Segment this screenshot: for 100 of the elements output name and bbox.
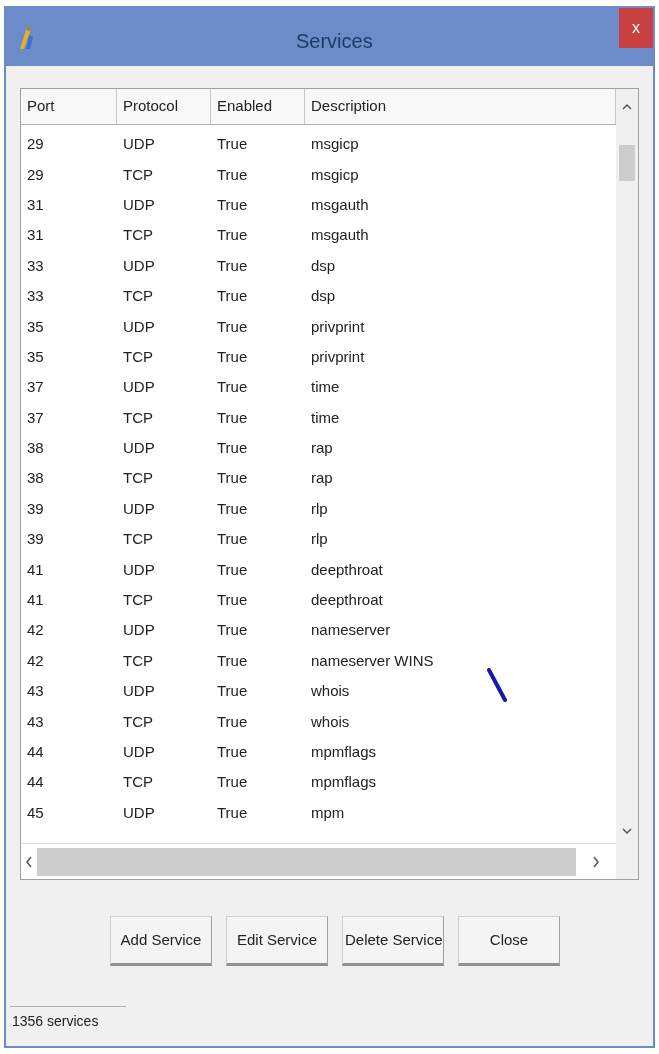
table-cell: 39: [27, 499, 44, 517]
column-header[interactable]: Description: [305, 89, 616, 124]
dialog-button[interactable]: Close: [458, 916, 560, 966]
table-cell: UDP: [123, 439, 155, 457]
table-cell: True: [217, 347, 248, 365]
table-cell: rap: [311, 439, 333, 457]
table-cell: True: [217, 530, 248, 548]
table-cell: time: [311, 378, 340, 396]
table-cell: True: [217, 621, 248, 639]
table-cell: TCP: [123, 408, 153, 426]
table-cell: 41: [27, 560, 44, 578]
table-cell: TCP: [123, 773, 153, 791]
table-cell: True: [217, 743, 248, 760]
table-cell: dsp: [311, 287, 336, 305]
dialog-button[interactable]: Edit Service: [226, 916, 328, 966]
window-close-button[interactable]: x: [619, 8, 653, 48]
table-cell: True: [217, 287, 248, 305]
window-title: Services: [296, 29, 373, 54]
table-cell: msgicp: [311, 165, 359, 183]
table-cell: TCP: [123, 226, 153, 244]
table-cell: rlp: [311, 530, 328, 548]
table-cell: mpmflags: [311, 743, 377, 760]
table-cell: True: [217, 591, 248, 609]
table-cell: nameserver WINS: [311, 651, 434, 669]
scroll-thumb[interactable]: [37, 847, 576, 876]
dialog-button[interactable]: Add Service: [110, 916, 212, 966]
table-cell: 31: [27, 195, 44, 213]
scroll-down-icon[interactable]: [622, 827, 632, 835]
table-cell: 43: [27, 682, 44, 700]
table-cell: TCP: [123, 712, 153, 730]
table-cell: TCP: [123, 651, 153, 669]
table-cell: 38: [27, 439, 44, 457]
table-cell: UDP: [123, 621, 155, 639]
table-cell: 44: [27, 773, 44, 791]
dialog-button[interactable]: Delete Service: [342, 916, 444, 966]
table-cell: UDP: [123, 378, 155, 396]
table-cell: True: [217, 165, 248, 183]
table-cell: 31: [27, 226, 44, 244]
horizontal-scrollbar[interactable]: [21, 843, 616, 879]
table-cell: TCP: [123, 165, 153, 183]
table-cell: UDP: [123, 803, 155, 821]
table-cell: 42: [27, 651, 44, 669]
table-cell: whois: [311, 682, 350, 700]
table-cell: nameserver: [311, 621, 391, 639]
status-bar-text: 1356 services: [10, 1006, 126, 1036]
table-cell: 35: [27, 347, 44, 365]
table-cell: privprint: [311, 347, 365, 365]
table-cell: 43: [27, 712, 44, 730]
table-cell: 41: [27, 591, 44, 609]
table-cell: 45: [27, 803, 44, 821]
column-header[interactable]: Protocol: [117, 89, 211, 124]
table-cell: True: [217, 651, 248, 669]
table-cell: UDP: [123, 743, 155, 760]
scroll-up-icon[interactable]: [622, 103, 632, 111]
vertical-scrollbar[interactable]: [616, 89, 638, 879]
column-header[interactable]: Enabled: [211, 89, 305, 124]
table-cell: UDP: [123, 256, 155, 274]
scroll-thumb[interactable]: [619, 145, 635, 181]
table-cell: TCP: [123, 287, 153, 305]
table-cell: 35: [27, 317, 44, 335]
table-cell: mpm: [311, 803, 345, 821]
table-cell: 29: [27, 165, 44, 183]
table-cell: True: [217, 195, 248, 213]
table-cell: 29: [27, 135, 44, 153]
table-cell: rlp: [311, 499, 328, 517]
table-cell: 44: [27, 743, 44, 760]
column-header[interactable]: Port: [21, 89, 117, 124]
table-cell: True: [217, 256, 248, 274]
table-cell: True: [217, 682, 248, 700]
table-cell: 33: [27, 256, 44, 274]
table-cell: mpmflags: [311, 773, 377, 791]
table-cell: deepthroat: [311, 560, 383, 578]
table-cell: True: [217, 469, 248, 487]
table-cell: TCP: [123, 469, 153, 487]
table-cell: 37: [27, 408, 44, 426]
table-cell: True: [217, 439, 248, 457]
cursor-icon: [487, 668, 509, 704]
table-cell: rap: [311, 469, 333, 487]
table-cell: True: [217, 712, 248, 730]
table-cell: 38: [27, 469, 44, 487]
table-cell: True: [217, 378, 248, 396]
table-cell: msgauth: [311, 226, 369, 244]
table-cell: TCP: [123, 347, 153, 365]
table-cell: True: [217, 560, 248, 578]
table-cell: msgauth: [311, 195, 369, 213]
table-cell: UDP: [123, 195, 155, 213]
table-cell: True: [217, 317, 248, 335]
table-cell: True: [217, 803, 248, 821]
table-cell: msgicp: [311, 135, 359, 153]
table-cell: TCP: [123, 530, 153, 548]
table-cell: 42: [27, 621, 44, 639]
table-cell: TCP: [123, 591, 153, 609]
table-cell: deepthroat: [311, 591, 383, 609]
table-cell: UDP: [123, 499, 155, 517]
table-cell: dsp: [311, 256, 336, 274]
table-cell: UDP: [123, 682, 155, 700]
table-cell: UDP: [123, 560, 155, 578]
table-cell: True: [217, 499, 248, 517]
table-cell: True: [217, 408, 248, 426]
table-cell: 37: [27, 378, 44, 396]
